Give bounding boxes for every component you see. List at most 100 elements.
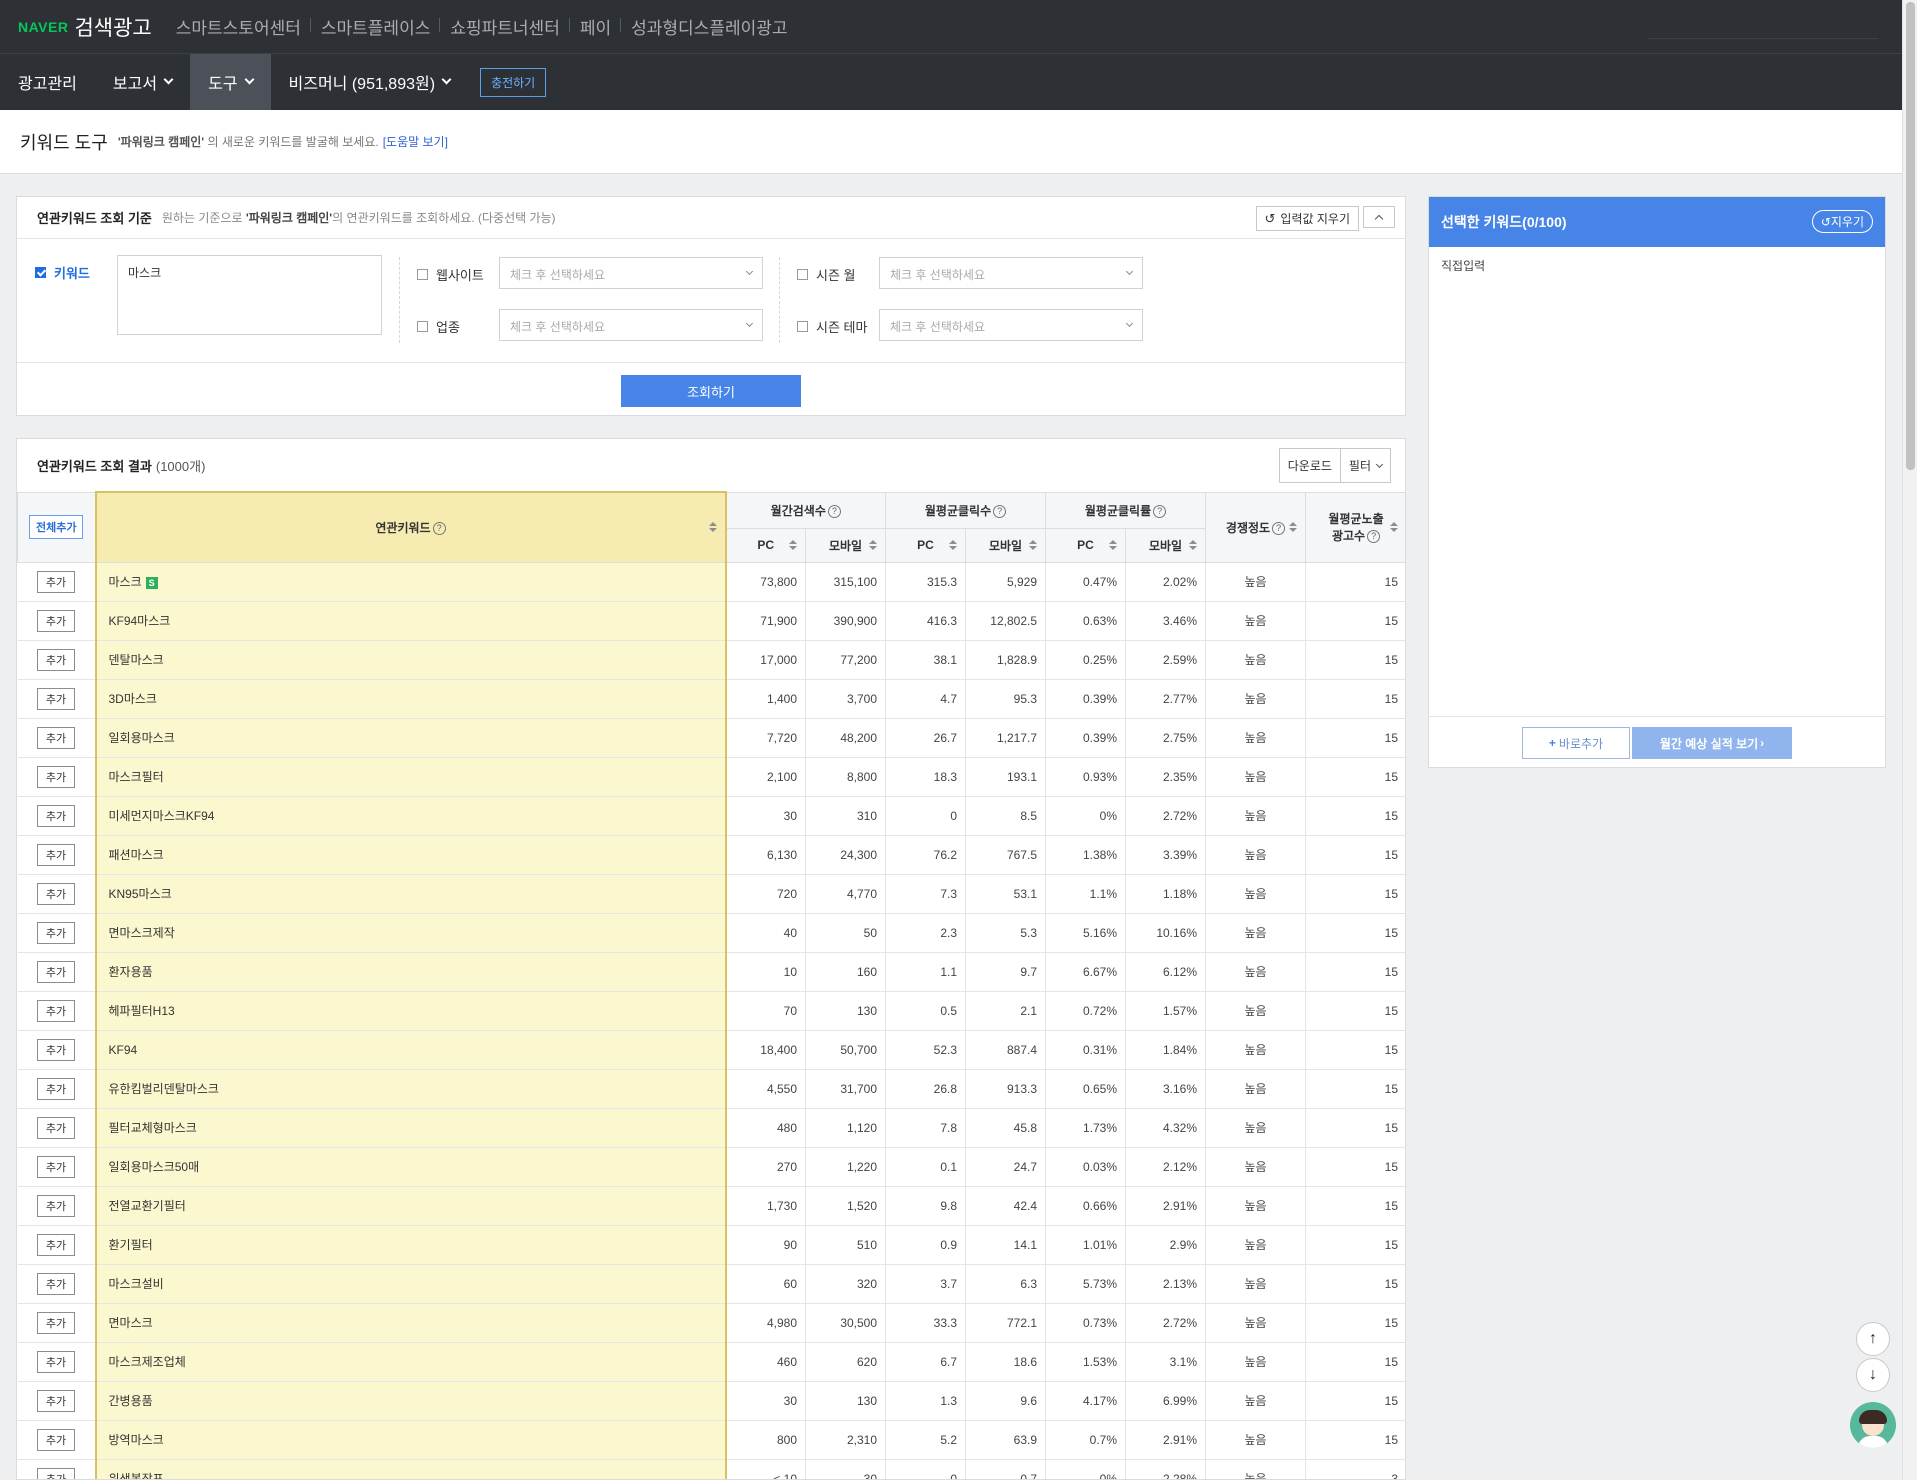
pc-ctr-header[interactable]: PC — [1045, 527, 1127, 563]
keyword-checkbox[interactable] — [35, 267, 46, 278]
sort-icon[interactable] — [949, 540, 958, 550]
add-now-button[interactable]: + 바로추가 — [1522, 727, 1630, 759]
clear-selected-button[interactable]: ↺지우기 — [1811, 210, 1873, 233]
add-keyword-button[interactable]: 추가 — [36, 726, 76, 749]
question-circle-icon[interactable]: ? — [1272, 521, 1286, 535]
direct-input-area[interactable]: 직접입력 — [1429, 247, 1885, 717]
nav-link-pay[interactable]: 페이 — [568, 14, 621, 39]
keyword-column-header[interactable]: 연관키워드? — [94, 491, 727, 563]
sort-icon[interactable] — [789, 540, 797, 550]
sort-icon[interactable] — [708, 522, 717, 533]
question-circle-icon[interactable]: ? — [432, 522, 446, 536]
assistant-avatar-icon[interactable] — [1850, 1402, 1896, 1448]
keyword-text[interactable]: 면마스크 — [97, 1316, 153, 1330]
page-scrollbar[interactable] — [1902, 0, 1917, 1480]
add-keyword-button[interactable]: 추가 — [36, 765, 76, 788]
website-option[interactable]: 웹사이트 — [417, 265, 484, 284]
add-keyword-button[interactable]: 추가 — [36, 570, 76, 593]
season-theme-option[interactable]: 시즌 테마 — [797, 317, 867, 336]
keyword-text[interactable]: 유한킴벌리덴탈마스크 — [97, 1082, 219, 1096]
add-keyword-button[interactable]: 추가 — [36, 609, 76, 632]
question-circle-icon[interactable]: ? — [827, 504, 841, 518]
add-keyword-button[interactable]: 추가 — [36, 648, 76, 671]
keyword-text[interactable]: KF94 — [97, 1043, 138, 1057]
add-keyword-button[interactable]: 추가 — [36, 843, 76, 866]
sort-icon[interactable] — [1390, 522, 1399, 532]
keyword-text[interactable]: 마스크제조업체 — [97, 1355, 186, 1369]
add-keyword-button[interactable]: 추가 — [36, 1038, 76, 1061]
season-month-option[interactable]: 시즌 월 — [797, 265, 856, 284]
competition-header[interactable]: 경쟁정도? — [1205, 491, 1307, 563]
keyword-text[interactable]: 패션마스크 — [97, 848, 164, 862]
pc-clicks-header[interactable]: PC — [885, 527, 967, 563]
menu-tools[interactable]: 도구 — [190, 54, 271, 110]
add-keyword-button[interactable]: 추가 — [36, 882, 76, 905]
add-keyword-button[interactable]: 추가 — [36, 1272, 76, 1295]
keyword-text[interactable]: 일회용마스크 — [97, 731, 175, 745]
keyword-text[interactable]: 위생복장포 — [97, 1472, 164, 1479]
add-keyword-button[interactable]: 추가 — [36, 960, 76, 983]
keyword-text[interactable]: KN95마스크 — [97, 887, 172, 901]
keyword-text[interactable]: 마스크설비 — [97, 1277, 164, 1291]
add-keyword-button[interactable]: 추가 — [36, 1389, 76, 1412]
season-theme-select[interactable]: 체크 후 선택하세요 — [879, 309, 1143, 341]
add-keyword-button[interactable]: 추가 — [36, 804, 76, 827]
question-circle-icon[interactable]: ? — [1153, 504, 1167, 518]
nav-link-smartstore[interactable]: 스마트스토어센터 — [166, 14, 311, 39]
search-button[interactable]: 조회하기 — [621, 375, 801, 407]
mobile-search-header[interactable]: 모바일 — [804, 527, 887, 563]
clear-input-button[interactable]: ↺ 입력값 지우기 — [1255, 206, 1359, 231]
website-select[interactable]: 체크 후 선택하세요 — [499, 257, 763, 289]
sort-icon[interactable] — [869, 540, 878, 550]
mobile-clicks-header[interactable]: 모바일 — [965, 527, 1047, 563]
keyword-text[interactable]: 간병용품 — [97, 1394, 153, 1408]
keyword-text[interactable]: 환자용품 — [97, 965, 153, 979]
keyword-text[interactable]: 방역마스크 — [97, 1433, 164, 1447]
keyword-text[interactable]: 환기필터 — [97, 1238, 153, 1252]
add-keyword-button[interactable]: 추가 — [36, 1194, 76, 1217]
add-keyword-button[interactable]: 추가 — [36, 1077, 76, 1100]
question-circle-icon[interactable]: ? — [993, 504, 1007, 518]
sort-icon[interactable] — [1029, 540, 1038, 550]
download-button[interactable]: 다운로드 — [1278, 448, 1341, 483]
arrow-up-icon[interactable]: ↑ — [1856, 1322, 1890, 1356]
arrow-down-icon[interactable]: ↓ — [1856, 1358, 1890, 1392]
avg-ads-header[interactable]: 월평균노출 광고수? — [1305, 491, 1405, 563]
season-month-checkbox[interactable] — [797, 269, 808, 280]
website-checkbox[interactable] — [417, 269, 428, 280]
nav-link-display-ads[interactable]: 성과형디스플레이광고 — [620, 14, 797, 39]
keyword-text[interactable]: 헤파필터H13 — [97, 1004, 175, 1018]
help-link[interactable]: [도움말 보기] — [383, 133, 448, 150]
add-keyword-button[interactable]: 추가 — [36, 999, 76, 1022]
add-keyword-button[interactable]: 추가 — [36, 1467, 76, 1479]
mobile-ctr-header[interactable]: 모바일 — [1125, 527, 1207, 563]
logo[interactable]: NAVER 검색광고 — [18, 12, 152, 42]
menu-reports[interactable]: 보고서 — [95, 54, 190, 110]
filter-button[interactable]: 필터 — [1339, 448, 1391, 483]
menu-bizmoney[interactable]: 비즈머니 (951,893원) — [271, 54, 469, 110]
season-month-select[interactable]: 체크 후 선택하세요 — [879, 257, 1143, 289]
nav-link-shopping-partner[interactable]: 쇼핑파트너센터 — [439, 14, 569, 39]
keyword-option[interactable]: 키워드 — [35, 263, 90, 282]
keyword-text[interactable]: 마스크 — [97, 575, 142, 589]
sort-icon[interactable] — [1289, 522, 1298, 532]
industry-checkbox[interactable] — [417, 321, 428, 332]
pc-search-header[interactable]: PC — [725, 527, 806, 563]
collapse-button[interactable] — [1363, 206, 1395, 228]
add-keyword-button[interactable]: 추가 — [36, 1233, 76, 1256]
add-keyword-button[interactable]: 추가 — [36, 687, 76, 710]
scrollbar-thumb[interactable] — [1906, 2, 1915, 470]
add-keyword-button[interactable]: 추가 — [36, 1350, 76, 1373]
add-keyword-button[interactable]: 추가 — [36, 921, 76, 944]
add-keyword-button[interactable]: 추가 — [36, 1311, 76, 1334]
keyword-text[interactable]: 일회용마스크50매 — [97, 1160, 200, 1174]
nav-link-smartplace[interactable]: 스마트플레이스 — [309, 14, 440, 39]
keyword-text[interactable]: 면마스크제작 — [97, 926, 175, 940]
charge-button[interactable]: 충전하기 — [480, 67, 547, 97]
question-circle-icon[interactable]: ? — [1367, 530, 1381, 544]
menu-ad-management[interactable]: 광고관리 — [0, 54, 95, 110]
monthly-forecast-button[interactable]: 월간 예상 실적 보기 › — [1632, 727, 1792, 759]
keyword-text[interactable]: KF94마스크 — [97, 614, 171, 628]
industry-option[interactable]: 업종 — [417, 317, 460, 336]
keyword-text[interactable]: 미세먼지마스크KF94 — [97, 809, 215, 823]
